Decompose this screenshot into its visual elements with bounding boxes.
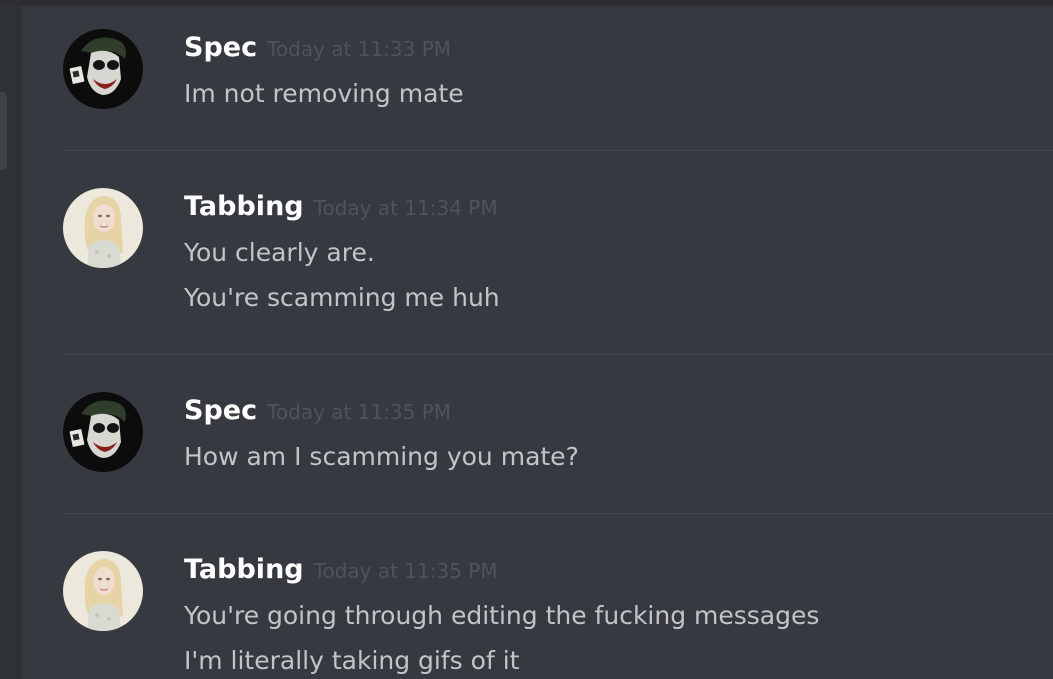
- message-divider: [64, 354, 1053, 355]
- joker-avatar-icon[interactable]: [63, 29, 143, 109]
- author-name[interactable]: Spec: [184, 395, 257, 426]
- message-timestamp: Today at 11:35 PM: [267, 400, 452, 424]
- blonde-woman-avatar-icon[interactable]: [63, 188, 143, 268]
- message-author[interactable]: Spec Today at 11:35 PM: [184, 395, 451, 426]
- message-author[interactable]: Tabbing Today at 11:35 PM: [184, 554, 498, 585]
- message-divider: [64, 513, 1053, 514]
- author-name[interactable]: Tabbing: [184, 554, 304, 585]
- message-text: How am I scamming you mate?: [184, 442, 579, 471]
- message-text: You're scamming me huh: [184, 283, 500, 312]
- message-text: I'm literally taking gifs of it: [184, 646, 520, 675]
- message-divider: [64, 150, 1053, 151]
- blonde-woman-avatar-icon[interactable]: [63, 551, 143, 631]
- author-name[interactable]: Spec: [184, 32, 257, 63]
- message-text: You clearly are.: [184, 238, 375, 267]
- message-list: Spec Today at 11:33 PM Im not removing ma…: [22, 6, 1053, 679]
- message-text: You're going through editing the fucking…: [184, 601, 820, 630]
- message-text: Im not removing mate: [184, 79, 464, 108]
- message-timestamp: Today at 11:35 PM: [313, 559, 498, 583]
- message-timestamp: Today at 11:34 PM: [313, 196, 498, 220]
- message-author[interactable]: Spec Today at 11:33 PM: [184, 32, 451, 63]
- author-name[interactable]: Tabbing: [184, 191, 304, 222]
- message-timestamp: Today at 11:33 PM: [267, 37, 452, 61]
- chat-window: Spec Today at 11:33 PM Im not removing ma…: [0, 0, 1053, 679]
- joker-avatar-icon[interactable]: [63, 392, 143, 472]
- message-author[interactable]: Tabbing Today at 11:34 PM: [184, 191, 498, 222]
- scrollbar-thumb[interactable]: [0, 92, 7, 170]
